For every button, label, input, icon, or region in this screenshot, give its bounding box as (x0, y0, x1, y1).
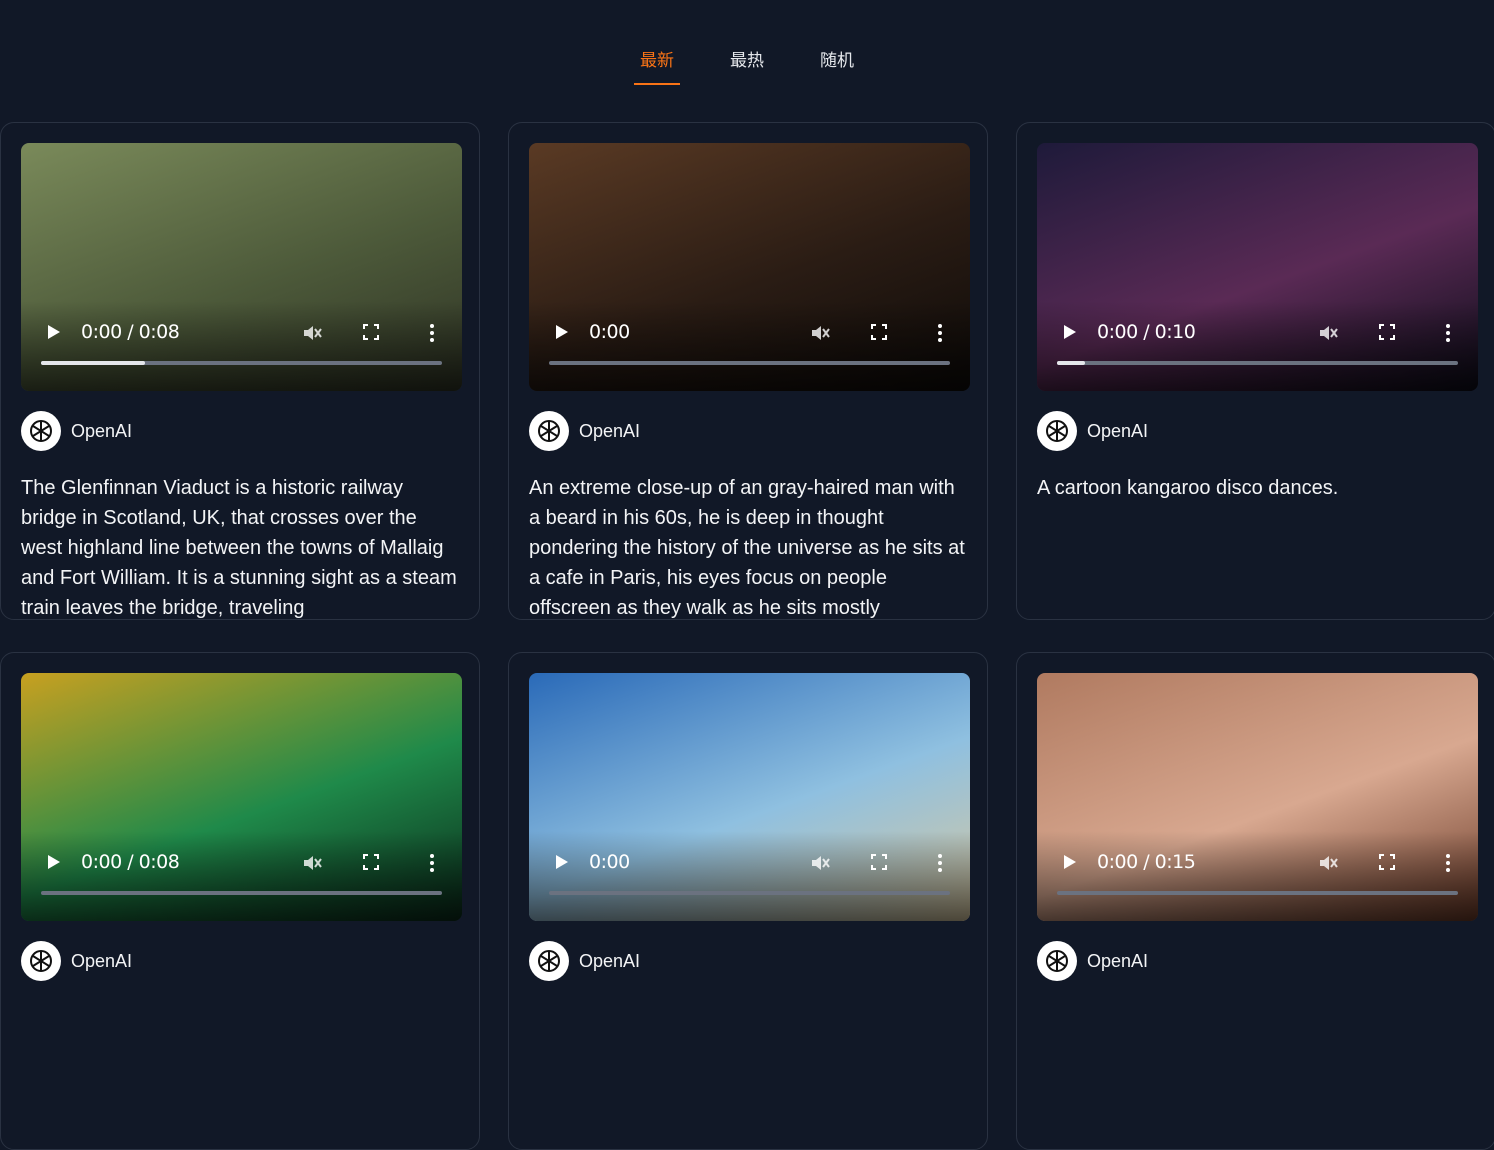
video-card: 0:00 OpenAI An extreme close-up of an gr (508, 122, 988, 620)
video-progress-bar[interactable] (1057, 891, 1458, 895)
video-card: 0:00 / 0:08 OpenAI (0, 652, 480, 1150)
tab-latest[interactable]: 最新 (634, 44, 680, 85)
video-time: 0:00 (589, 321, 630, 343)
video-card: 0:00 / 0:08 OpenAI The Glenfinnan Viaduc (0, 122, 480, 620)
video-time: 0:00 / 0:10 (1097, 321, 1196, 343)
video-controls: 0:00 / 0:08 (21, 318, 462, 346)
video-controls: 0:00 / 0:10 (1037, 318, 1478, 346)
author-name: OpenAI (71, 420, 133, 441)
more-options-icon[interactable] (937, 323, 943, 343)
play-icon[interactable] (48, 325, 60, 339)
video-description: The Glenfinnan Viaduct is a historic rai… (21, 477, 457, 619)
more-options-icon[interactable] (429, 323, 435, 343)
fullscreen-icon[interactable] (363, 854, 379, 870)
author-name: OpenAI (1087, 420, 1149, 441)
video-progress-bar[interactable] (41, 891, 442, 895)
video-time: 0:00 / 0:08 (81, 321, 180, 343)
video-player[interactable]: 0:00 / 0:08 (21, 673, 462, 921)
more-options-icon[interactable] (937, 853, 943, 873)
video-card: 0:00 / 0:10 OpenAI A cartoon kangaroo di (1016, 122, 1494, 620)
video-player[interactable]: 0:00 / 0:08 (21, 143, 462, 391)
video-description: A cartoon kangaroo disco dances. (1037, 477, 1339, 499)
video-player[interactable]: 0:00 (529, 143, 970, 391)
video-progress-bar[interactable] (1057, 361, 1458, 365)
video-controls: 0:00 (529, 318, 970, 346)
video-shade (1037, 301, 1478, 391)
fullscreen-icon[interactable] (1379, 854, 1395, 870)
mute-icon[interactable] (1317, 322, 1339, 344)
video-player[interactable]: 0:00 / 0:15 (1037, 673, 1478, 921)
mute-icon[interactable] (301, 852, 323, 874)
author: OpenAI (529, 941, 640, 981)
video-shade (529, 301, 970, 391)
author: OpenAI (529, 411, 640, 451)
author: OpenAI (1037, 411, 1148, 451)
fullscreen-icon[interactable] (871, 854, 887, 870)
play-icon[interactable] (556, 855, 568, 869)
video-shade (21, 831, 462, 921)
play-icon[interactable] (556, 325, 568, 339)
fullscreen-icon[interactable] (363, 324, 379, 340)
mute-icon[interactable] (809, 322, 831, 344)
play-icon[interactable] (48, 855, 60, 869)
play-icon[interactable] (1064, 325, 1076, 339)
video-shade (529, 831, 970, 921)
tab-bar: 最新 最热 随机 (0, 44, 1494, 85)
author-name: OpenAI (579, 950, 641, 971)
tab-random[interactable]: 随机 (814, 44, 860, 85)
avatar (1037, 941, 1077, 981)
video-progress-fill (41, 361, 146, 365)
video-description: An extreme close-up of an gray-haired ma… (529, 477, 965, 619)
video-progress-bar[interactable] (41, 361, 442, 365)
avatar (529, 941, 569, 981)
video-shade (21, 301, 462, 391)
mute-icon[interactable] (809, 852, 831, 874)
video-controls: 0:00 / 0:15 (1037, 848, 1478, 876)
author-name: OpenAI (71, 950, 133, 971)
more-options-icon[interactable] (1445, 323, 1451, 343)
video-time: 0:00 / 0:15 (1097, 851, 1196, 873)
avatar (1037, 411, 1077, 451)
author: OpenAI (21, 941, 132, 981)
video-card: 0:00 OpenAI (508, 652, 988, 1150)
author: OpenAI (21, 411, 132, 451)
video-progress-fill (1057, 361, 1086, 365)
video-card: 0:00 / 0:15 OpenAI (1016, 652, 1494, 1150)
fullscreen-icon[interactable] (871, 324, 887, 340)
more-options-icon[interactable] (429, 853, 435, 873)
video-progress-bar[interactable] (549, 891, 950, 895)
video-player[interactable]: 0:00 / 0:10 (1037, 143, 1478, 391)
author-name: OpenAI (579, 420, 641, 441)
avatar (529, 411, 569, 451)
openai-logo-icon (1046, 420, 1068, 442)
openai-logo-icon (30, 420, 52, 442)
video-player[interactable]: 0:00 (529, 673, 970, 921)
openai-logo-icon (1046, 950, 1068, 972)
openai-logo-icon (538, 420, 560, 442)
author: OpenAI (1037, 941, 1148, 981)
video-time: 0:00 / 0:08 (81, 851, 180, 873)
tab-hottest[interactable]: 最热 (724, 44, 770, 85)
video-shade (1037, 831, 1478, 921)
play-icon[interactable] (1064, 855, 1076, 869)
avatar (21, 411, 61, 451)
openai-logo-icon (30, 950, 52, 972)
video-progress-bar[interactable] (549, 361, 950, 365)
mute-icon[interactable] (1317, 852, 1339, 874)
avatar (21, 941, 61, 981)
author-name: OpenAI (1087, 950, 1149, 971)
openai-logo-icon (538, 950, 560, 972)
more-options-icon[interactable] (1445, 853, 1451, 873)
mute-icon[interactable] (301, 322, 323, 344)
video-time: 0:00 (589, 851, 630, 873)
video-controls: 0:00 / 0:08 (21, 848, 462, 876)
video-controls: 0:00 (529, 848, 970, 876)
fullscreen-icon[interactable] (1379, 324, 1395, 340)
